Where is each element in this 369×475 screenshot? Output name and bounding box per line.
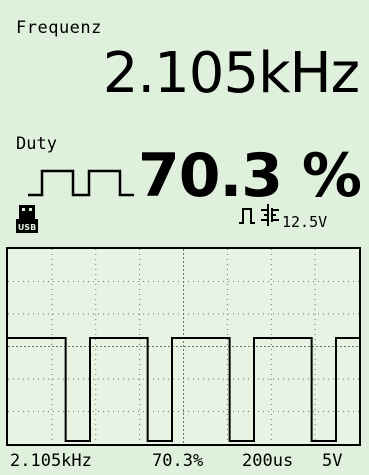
status-duty: 70.3% [152,451,204,471]
square-wave-icon [28,169,134,197]
usb-icon: USB [16,205,38,233]
dc-coupling-icon [261,204,279,226]
frequency-label: Frequenz [16,18,102,38]
status-frequency: 2.105kHz [10,451,92,471]
rising-edge-icon [239,208,255,224]
voltage-readout: 12.5V [282,213,328,231]
status-bar: 2.105kHz 70.3% 200us 5V [10,451,365,473]
oscilloscope-grid [8,249,359,444]
svg-text:USB: USB [18,223,36,232]
oscilloscope-display [6,247,361,446]
duty-value: 70.3 % [137,141,362,211]
status-timebase: 200us [242,451,294,471]
duty-label: Duty [16,134,57,154]
frequency-value: 2.105kHz [102,41,360,106]
status-volts-per-div: 5V [322,451,343,471]
